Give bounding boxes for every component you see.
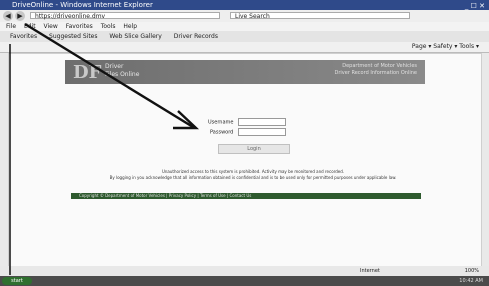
command-tools[interactable]: Page ▾ Safety ▾ Tools ▾ [412,42,479,52]
menu-tools[interactable]: Tools [101,23,116,30]
username-label: Username [208,119,234,126]
menu-edit[interactable]: Edit [24,23,36,30]
command-bar: Page ▾ Safety ▾ Tools ▾ [0,42,489,53]
site-logo: DF [73,62,102,83]
site-name-line2: Files Online [105,71,140,78]
favorite-link-3[interactable]: Driver Records [174,33,218,40]
menu-bar: File Edit View Favorites Tools Help [0,22,489,31]
site-header: DF Driver Files Online Department of Mot… [65,60,425,84]
menu-favorites[interactable]: Favorites [66,23,93,30]
menu-help[interactable]: Help [123,23,137,30]
security-zone: Internet [360,268,380,274]
back-button[interactable]: ◀ [3,11,13,21]
forward-button[interactable]: ▶ [15,11,25,21]
url-input[interactable]: https://driveonline.dmv [30,12,220,20]
legal-notice: Unauthorized access to this system is pr… [73,169,433,181]
favorites-button[interactable]: Favorites [10,33,37,40]
login-form: Username Password Login [208,116,298,154]
window-titlebar: DriveOnline - Windows Internet Explorer … [0,0,489,10]
password-row: Password [210,128,286,136]
taskbar-clock: 10:42 AM [459,278,483,284]
favorites-bar: Favorites Suggested Sites Web Slice Gall… [0,31,489,42]
site-name-line1: Driver [105,63,124,70]
header-line1: Department of Motor Vehicles [342,63,417,69]
window-title: DriveOnline - Windows Internet Explorer [12,1,153,9]
username-row: Username [208,118,287,126]
favorite-link-2[interactable]: Web Slice Gallery [109,33,161,40]
favorite-link-1[interactable]: Suggested Sites [49,33,97,40]
notice-line2: By logging in you acknowledge that all i… [109,175,397,180]
password-input[interactable] [237,128,286,136]
header-line2: Driver Record Information Online [334,70,418,76]
zoom-level[interactable]: 100% [465,266,479,276]
header-info: Department of Motor Vehicles Driver Reco… [335,63,418,77]
menu-view[interactable]: View [44,23,58,30]
window-controls[interactable]: _ ☐ ✕ [465,1,485,10]
site-name: Driver Files Online [105,63,139,79]
password-label: Password [210,129,234,136]
search-input[interactable]: Live Search [230,12,410,20]
start-button[interactable]: start [2,277,32,285]
site-footer[interactable]: Copyright © Department of Motor Vehicles… [71,193,421,199]
login-button[interactable]: Login [218,144,290,154]
username-input[interactable] [238,118,287,126]
menu-file[interactable]: File [6,23,16,30]
status-bar: Internet 100% [0,266,489,276]
page-content: DF Driver Files Online Department of Mot… [8,53,482,277]
taskbar: start 10:42 AM [0,276,489,286]
